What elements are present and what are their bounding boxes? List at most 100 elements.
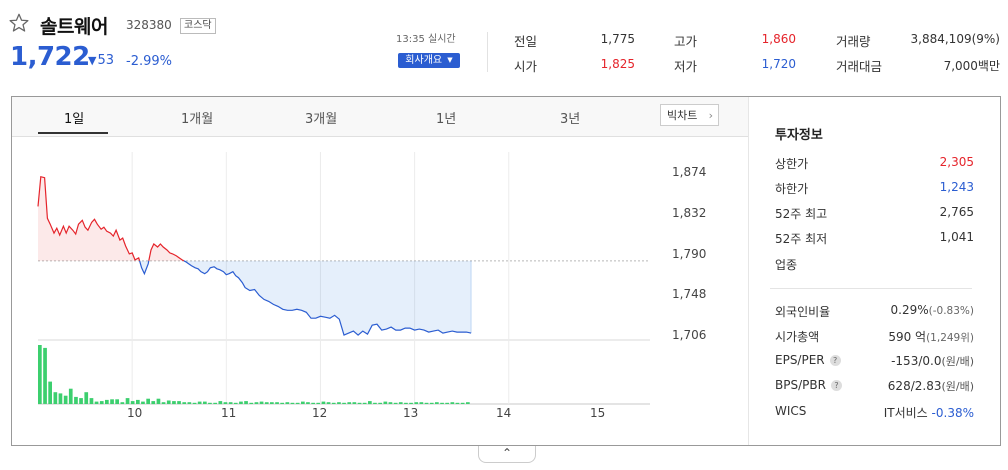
volume-bar bbox=[347, 402, 352, 404]
eps-per-label-text: EPS/PER bbox=[775, 353, 825, 367]
investment-info-title: 투자정보 bbox=[775, 128, 823, 143]
price-area-above-reference bbox=[148, 244, 184, 261]
volume-bar bbox=[301, 401, 305, 404]
y-tick-label: 1,790 bbox=[672, 247, 707, 261]
intraday-chart bbox=[37, 152, 650, 405]
volume-bar bbox=[306, 402, 310, 404]
volume-bar bbox=[136, 399, 140, 404]
volume-bar bbox=[110, 399, 114, 404]
volume-bar bbox=[368, 401, 372, 405]
week52-high-value: 2,765 bbox=[939, 205, 974, 219]
volume-bar bbox=[352, 402, 357, 404]
volume-bar bbox=[440, 402, 444, 404]
volume-bar bbox=[63, 395, 68, 404]
volume-bar bbox=[228, 402, 233, 404]
volume-bar bbox=[285, 402, 290, 404]
volume-bar bbox=[79, 398, 83, 404]
bps-pbr: 628/2.83 bbox=[887, 379, 942, 393]
volume-bar bbox=[89, 398, 94, 404]
volume-bar bbox=[460, 402, 465, 404]
volume-bar bbox=[445, 402, 449, 404]
volume-bar bbox=[197, 401, 202, 404]
x-tick-label: 11 bbox=[221, 406, 237, 420]
volume-bar bbox=[466, 402, 470, 404]
help-icon[interactable]: ? bbox=[830, 380, 842, 391]
foreign-ratio-label: 외국인비율 bbox=[775, 305, 831, 319]
volume-bar bbox=[166, 400, 171, 404]
volume-bar bbox=[254, 402, 259, 404]
volume-bar bbox=[146, 398, 150, 404]
high-value: 1,860 bbox=[761, 32, 796, 46]
volume-bar bbox=[270, 402, 274, 404]
volume-bar bbox=[388, 402, 393, 404]
volume-bar bbox=[378, 402, 382, 404]
foreign-ratio-value: 0.29%(-0.83%) bbox=[891, 303, 974, 317]
volume-bar bbox=[321, 401, 326, 404]
volume-bar bbox=[414, 402, 419, 404]
volume-bar bbox=[223, 402, 228, 404]
volume-bar bbox=[362, 402, 367, 404]
volume-bar bbox=[326, 402, 331, 404]
volume-bar bbox=[99, 401, 104, 405]
volume-bar bbox=[275, 402, 279, 404]
side-divider bbox=[770, 288, 972, 289]
volume-bar bbox=[357, 402, 362, 404]
upper-limit-value: 2,305 bbox=[939, 155, 974, 169]
wics-sector[interactable]: IT서비스 bbox=[884, 406, 928, 420]
y-tick-label: 1,706 bbox=[672, 328, 707, 342]
y-tick-label: 1,748 bbox=[672, 287, 707, 301]
volume-bar bbox=[435, 402, 439, 404]
volume-bar bbox=[43, 347, 47, 404]
volume-bar bbox=[249, 402, 254, 404]
volume-bar bbox=[187, 402, 192, 404]
market-cap-value: 590 억(1,249위) bbox=[888, 328, 974, 345]
volume-bar bbox=[337, 402, 341, 404]
volume-bar bbox=[409, 402, 413, 404]
side-panel-divider bbox=[748, 97, 749, 445]
volume-bar bbox=[130, 401, 135, 405]
y-tick-label: 1,832 bbox=[672, 206, 707, 220]
volume-bar bbox=[311, 402, 315, 404]
volume-bar bbox=[177, 401, 181, 405]
week52-low-label: 52주 최저 bbox=[775, 232, 828, 246]
volume-bar bbox=[156, 398, 161, 404]
bps-pbr-label: BPS/PBR? bbox=[775, 378, 842, 392]
volume-bar bbox=[68, 388, 73, 404]
volume-bar bbox=[398, 402, 403, 404]
market-cap-rank: (1,249위) bbox=[926, 332, 974, 344]
volume-bar bbox=[264, 402, 269, 404]
chevron-up-icon: ⌃ bbox=[501, 446, 513, 460]
x-tick-label: 14 bbox=[496, 406, 512, 420]
volume-bar bbox=[280, 402, 284, 404]
volume-bar bbox=[218, 401, 223, 405]
volume-bar bbox=[383, 401, 388, 404]
eps-per-value: -153/0.0(원/배) bbox=[891, 353, 974, 369]
amount-label: 거래대금 bbox=[836, 59, 883, 74]
volume-bar bbox=[429, 402, 434, 404]
volume-bar bbox=[58, 393, 63, 404]
week52-low-value: 1,041 bbox=[939, 230, 974, 244]
volume-label: 거래량 bbox=[836, 34, 871, 49]
foreign-ratio: 0.29% bbox=[890, 303, 929, 317]
x-tick-label: 10 bbox=[127, 406, 143, 420]
lower-limit-value: 1,243 bbox=[939, 180, 974, 194]
volume-bar bbox=[172, 401, 176, 405]
volume-bar bbox=[373, 402, 377, 404]
volume-bar bbox=[424, 402, 429, 404]
volume-bar bbox=[203, 401, 207, 404]
volume-bar bbox=[393, 402, 398, 404]
volume-bar bbox=[48, 381, 52, 404]
volume-bar bbox=[192, 402, 197, 404]
volume-bar bbox=[316, 402, 321, 404]
wics-change: -0.38% bbox=[931, 406, 974, 420]
volume-bar bbox=[38, 345, 42, 404]
upper-limit-label: 상한가 bbox=[775, 157, 809, 171]
volume-bar bbox=[450, 402, 455, 404]
volume-bar bbox=[213, 402, 217, 404]
collapse-toggle-button[interactable]: ⌃ bbox=[478, 446, 536, 463]
volume-bar bbox=[125, 398, 130, 404]
volume-bar bbox=[53, 392, 58, 404]
volume-bar bbox=[419, 402, 424, 404]
help-icon[interactable]: ? bbox=[829, 355, 841, 366]
eps-per-label: EPS/PER? bbox=[775, 353, 841, 367]
